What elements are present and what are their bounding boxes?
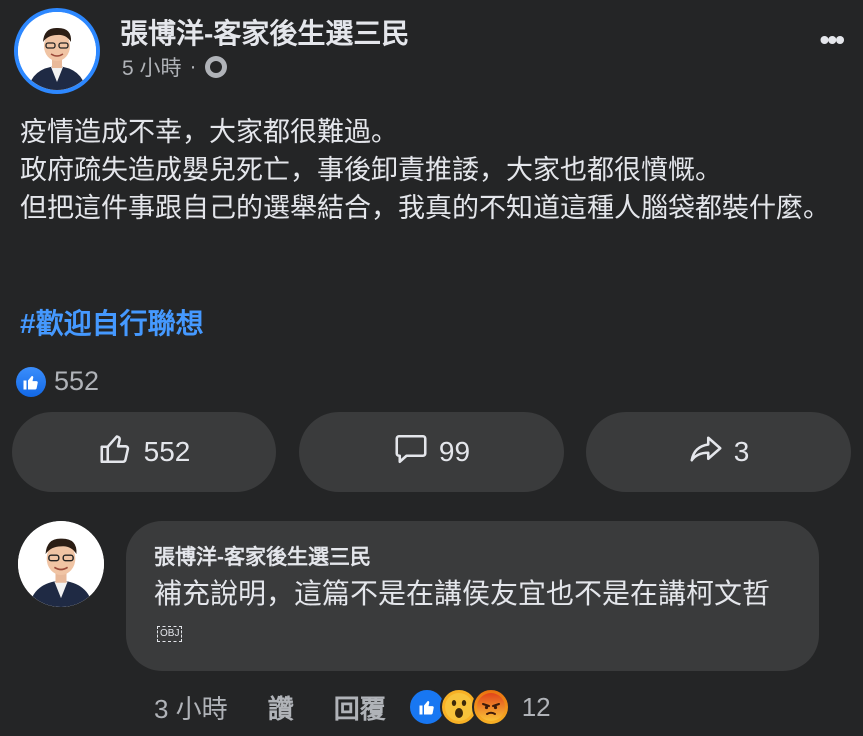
comment-button[interactable]: 99: [299, 412, 564, 492]
share-count: 3: [733, 436, 750, 467]
globe-icon: [204, 56, 227, 78]
comment-footer: 3 小時 讚 回覆 12: [154, 688, 551, 726]
post-line: 但把這件事跟自己的選舉結合，我真的不知道這種人腦袋都裝什麼。: [20, 193, 830, 223]
post-author-name[interactable]: 張博洋-客家後生選三民: [120, 12, 409, 52]
object-replacement-marker: OBJ: [157, 625, 183, 642]
comment-bubble: 張博洋-客家後生選三民 補充說明，這篇不是在講侯友宜也不是在講柯文哲 OBJ: [126, 521, 819, 671]
like-reaction-icon: [16, 366, 46, 397]
comment-reply-link[interactable]: 回覆: [334, 689, 386, 726]
comment-author-name[interactable]: 張博洋-客家後生選三民: [154, 541, 791, 571]
comment-reactions[interactable]: [407, 688, 510, 726]
comment-bubble-icon: [393, 431, 429, 474]
comment-timestamp[interactable]: 3 小時: [154, 689, 228, 726]
reaction-count: 552: [54, 366, 100, 396]
comment-count: 99: [438, 436, 471, 467]
share-button[interactable]: 3: [586, 412, 851, 492]
comment-reaction-count: 12: [521, 691, 551, 722]
reaction-summary[interactable]: 552: [16, 366, 99, 397]
thumbs-up-icon: [98, 431, 134, 474]
like-count: 552: [143, 436, 191, 467]
post-line: 疫情造成不幸，大家都很難過。: [20, 117, 398, 147]
hashtag-link[interactable]: #歡迎自行聯想: [20, 302, 204, 342]
comment-text: 補充說明，這篇不是在講侯友宜也不是在講柯文哲 OBJ: [154, 575, 791, 651]
post-meta: 5 小時 ·: [122, 52, 227, 82]
more-options-icon[interactable]: •••: [820, 24, 845, 56]
author-avatar[interactable]: [14, 8, 100, 94]
like-button[interactable]: 552: [12, 412, 276, 492]
post-text: 疫情造成不幸，大家都很難過。 政府疏失造成嬰兒死亡，事後卸責推諉，大家也都很憤慨…: [20, 113, 850, 227]
post-timestamp[interactable]: 5 小時: [122, 52, 182, 82]
angry-reaction-icon: [471, 688, 510, 726]
share-arrow-icon: [688, 431, 724, 474]
post-line: 政府疏失造成嬰兒死亡，事後卸責推諉，大家也都很憤慨。: [20, 155, 722, 185]
comment-body: 補充說明，這篇不是在講侯友宜也不是在講柯文哲: [154, 578, 771, 609]
meta-separator: ·: [189, 55, 197, 78]
commenter-avatar[interactable]: [18, 521, 104, 607]
comment-like-link[interactable]: 讚: [268, 689, 294, 726]
